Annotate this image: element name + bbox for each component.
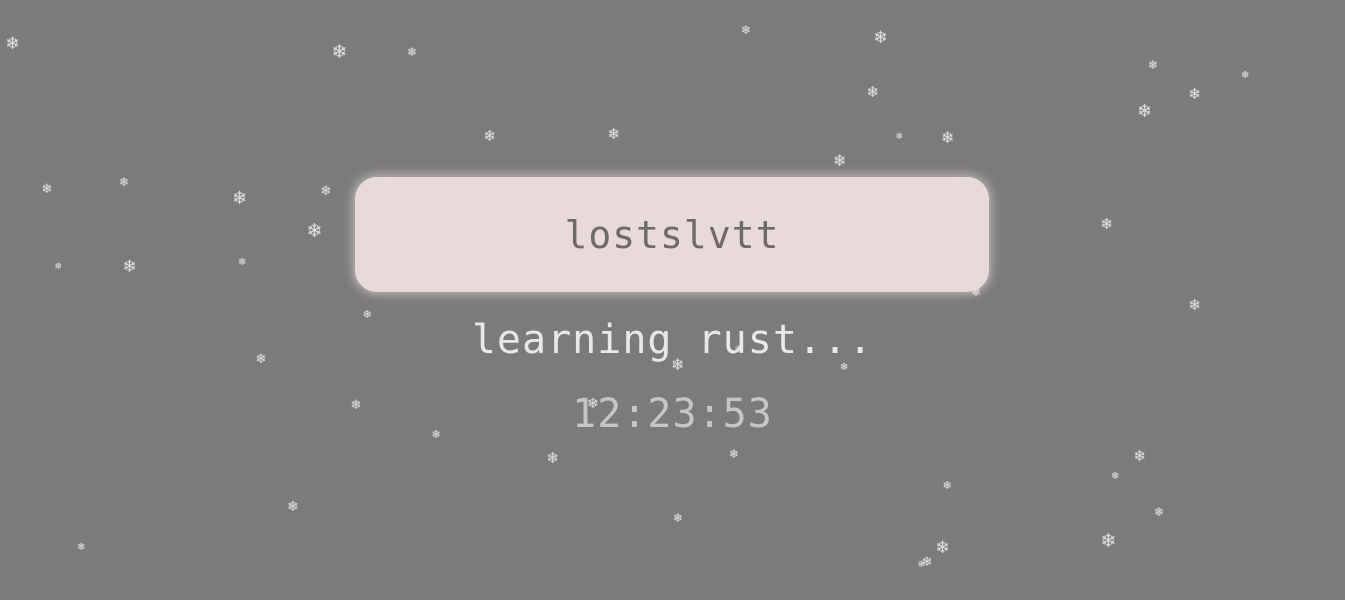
snowflake-icon: ❄	[917, 559, 926, 570]
snowflake-icon: ❄	[546, 448, 560, 467]
snowflake-icon: ❄	[942, 478, 952, 492]
snowflake-icon: ❄	[1188, 84, 1202, 103]
snowflake-icon: ❄	[119, 175, 130, 189]
snowflake-icon: ❄	[1241, 70, 1250, 81]
snowflake-icon: ❄	[306, 219, 323, 242]
snowflake-icon: ❄	[232, 188, 248, 209]
snowflake-icon: ❄	[866, 82, 880, 101]
snowflake-icon: ❄	[935, 537, 950, 558]
clock-time: 12:23:53	[572, 391, 773, 437]
snowflake-icon: ❄	[1148, 58, 1159, 72]
snowflake-icon: ❄	[41, 181, 53, 197]
snowflake-icon: ❄	[833, 151, 847, 170]
snowfall-layer: ❄ ❄ ❄ ❄ ❄ ❄ ❄ ❄ ❄ ❄ ❄ ❄ ❄ ❄ ❄ ❄ ❄ ❄ ❄ ❄ ❄ ❄ ❄ ❄ ❄ ❄ ❄ ❄ ❄ ❄ ❄ ❄ ❄ ❄ ❄ ❄ ❄ ❄ ❄ ❄…	[0, 0, 1345, 600]
snowflake-icon: ❄	[840, 362, 849, 373]
snowflake-icon: ❄	[921, 554, 933, 570]
snowflake-icon: ❄	[407, 45, 418, 59]
snowflake-icon: ❄	[673, 511, 684, 525]
username-card: lostslvtt	[355, 177, 989, 292]
snowflake-icon: ❄	[895, 131, 904, 142]
snowflake-icon: ❄	[122, 256, 137, 277]
snowflake-icon: ❄	[5, 33, 20, 54]
snowflake-icon: ❄	[483, 126, 497, 145]
snowflake-icon: ❄	[741, 23, 752, 37]
snowflake-icon: ❄	[607, 124, 621, 143]
snowflake-icon: ❄	[873, 27, 888, 48]
snowflake-icon: ❄	[1100, 529, 1117, 552]
snowflake-icon: ❄	[941, 128, 955, 147]
snowflake-icon: ❄	[1100, 214, 1114, 233]
status-message: learning rust...	[471, 317, 874, 363]
snowflake-icon: ❄	[1154, 505, 1165, 519]
snowflake-icon: ❄	[1137, 101, 1153, 122]
snowflake-icon: ❄	[1188, 295, 1202, 314]
snowflake-icon: ❄	[77, 542, 86, 553]
snowflake-icon: ❄	[287, 499, 299, 515]
snowflake-icon: ❄	[331, 40, 348, 63]
snowflake-icon: ❄	[1111, 471, 1120, 482]
snowflake-icon: ❄	[320, 183, 332, 199]
username-label: lostslvtt	[564, 212, 780, 257]
snowflake-icon: ❄	[238, 257, 247, 268]
snowflake-icon: ❄	[1133, 446, 1147, 465]
snowflake-icon: ❄	[54, 261, 63, 272]
snowflake-icon: ❄	[729, 447, 740, 461]
